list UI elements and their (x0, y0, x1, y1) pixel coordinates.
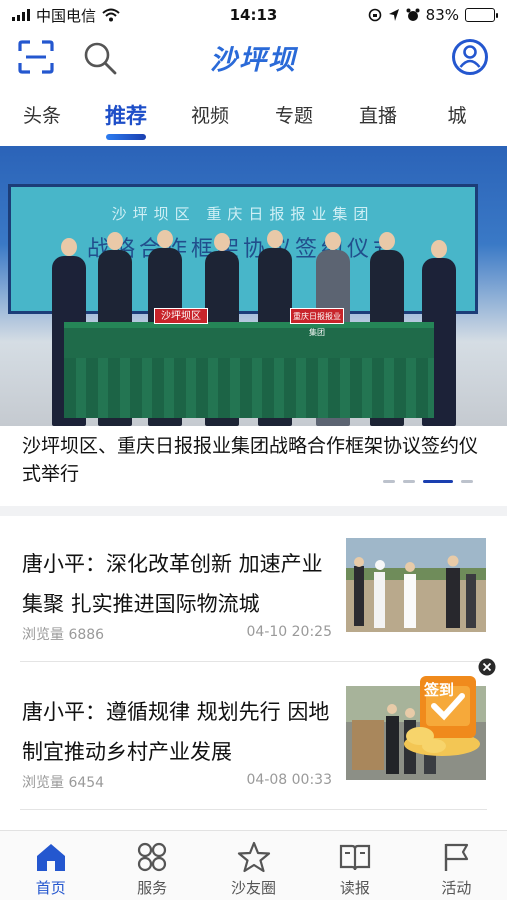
tab-label: 直播 (358, 105, 397, 127)
bottom-tab-bar: 首页 服务 沙友圈 读报 活动 (0, 830, 507, 900)
news-meta: 浏览量 6454 04-08 00:33 (22, 772, 332, 792)
carousel-indicator (383, 480, 473, 483)
publish-date: 04-08 00:33 (246, 772, 332, 788)
news-thumbnail (346, 538, 486, 632)
tabbar-label: 活动 (441, 879, 472, 897)
banner-caption[interactable]: 沙坪坝区、重庆日报报业集团战略合作框架协议签约仪式举行 (0, 426, 507, 506)
views-label: 浏览量 (22, 775, 64, 791)
app-logo: 沙坪坝 (210, 45, 297, 76)
signing-table (64, 322, 434, 418)
tab-video[interactable]: 视频 (168, 95, 252, 143)
carousel-dot-active (423, 480, 453, 483)
status-bar: 中国电信 14:13 83% (0, 0, 507, 30)
wifi-icon (102, 8, 120, 22)
tab-city[interactable]: 城 (420, 95, 494, 143)
signal-icon (12, 9, 30, 21)
tab-live[interactable]: 直播 (336, 95, 420, 143)
active-tab-indicator (106, 134, 146, 140)
views-label: 浏览量 (22, 627, 64, 643)
star-icon (237, 841, 270, 873)
banner-carousel[interactable]: 沙坪坝区 重庆日报报业集团 战略合作框架协议签约仪式 沙坪坝区 重庆日报报业集团 (0, 146, 507, 426)
tabbar-label: 首页 (35, 879, 66, 897)
battery-icon (465, 8, 498, 22)
carousel-dot (383, 480, 395, 483)
tab-label: 专题 (274, 105, 313, 127)
tabbar-read-paper[interactable]: 读报 (304, 831, 405, 900)
news-meta: 浏览量 6886 04-10 20:25 (22, 624, 332, 644)
tab-label: 头条 (22, 105, 61, 127)
flag-icon (445, 843, 469, 871)
tabbar-label: 沙友圈 (231, 879, 277, 897)
tabbar-home[interactable]: 首页 (0, 831, 101, 900)
tabbar-activities[interactable]: 活动 (406, 831, 507, 900)
news-title: 唐小平：遵循规律 规划先行 因地制宜推动乡村产业发展 (22, 700, 330, 764)
view-count: 浏览量 6886 (22, 624, 104, 644)
view-count: 浏览量 6454 (22, 772, 104, 792)
views-value: 6886 (68, 627, 105, 643)
tab-headlines[interactable]: 头条 (0, 95, 84, 143)
tab-recommended[interactable]: 推荐 (84, 95, 168, 143)
screen-text-line1: 沙坪坝区 重庆日报报业集团 (111, 205, 375, 223)
carousel-dot (403, 480, 415, 483)
grid-icon (138, 842, 167, 872)
clock: 14:13 (229, 6, 278, 24)
tab-topics[interactable]: 专题 (252, 95, 336, 143)
tab-label: 视频 (190, 105, 229, 127)
rotation-lock-icon (368, 8, 381, 22)
publish-date: 04-10 20:25 (246, 624, 332, 640)
carousel-dot (461, 480, 473, 483)
tab-label: 城 (447, 105, 467, 127)
news-item[interactable]: 唐小平：深化改革创新 加速产业集聚 扎实推进国际物流城 浏览量 6886 04-… (0, 514, 507, 662)
top-bar: 沙坪坝 (0, 30, 507, 86)
location-icon (388, 9, 399, 21)
close-icon[interactable] (478, 658, 496, 676)
checkin-floating-button[interactable]: 签到 (400, 658, 496, 760)
row-divider (20, 809, 487, 810)
nameplate-left: 沙坪坝区 (154, 308, 208, 324)
battery-percent: 83% (425, 6, 459, 24)
category-tabs: 头条 推荐 视频 专题 直播 城 (0, 95, 507, 143)
tabbar-services[interactable]: 服务 (101, 831, 202, 900)
tabbar-circle[interactable]: 沙友圈 (203, 831, 304, 900)
carrier-label: 中国电信 (36, 6, 97, 25)
news-title: 唐小平：深化改革创新 加速产业集聚 扎实推进国际物流城 (22, 552, 323, 616)
checkin-label: 签到 (424, 681, 455, 699)
tabbar-label: 服务 (137, 879, 168, 897)
user-profile-icon[interactable] (451, 38, 489, 76)
views-value: 6454 (68, 775, 105, 791)
tab-label: 推荐 (105, 104, 147, 128)
tabbar-label: 读报 (339, 879, 370, 897)
home-icon (36, 844, 65, 871)
alarm-icon (406, 8, 420, 21)
book-icon (339, 844, 371, 871)
nameplate-right: 重庆日报报业集团 (290, 308, 344, 337)
